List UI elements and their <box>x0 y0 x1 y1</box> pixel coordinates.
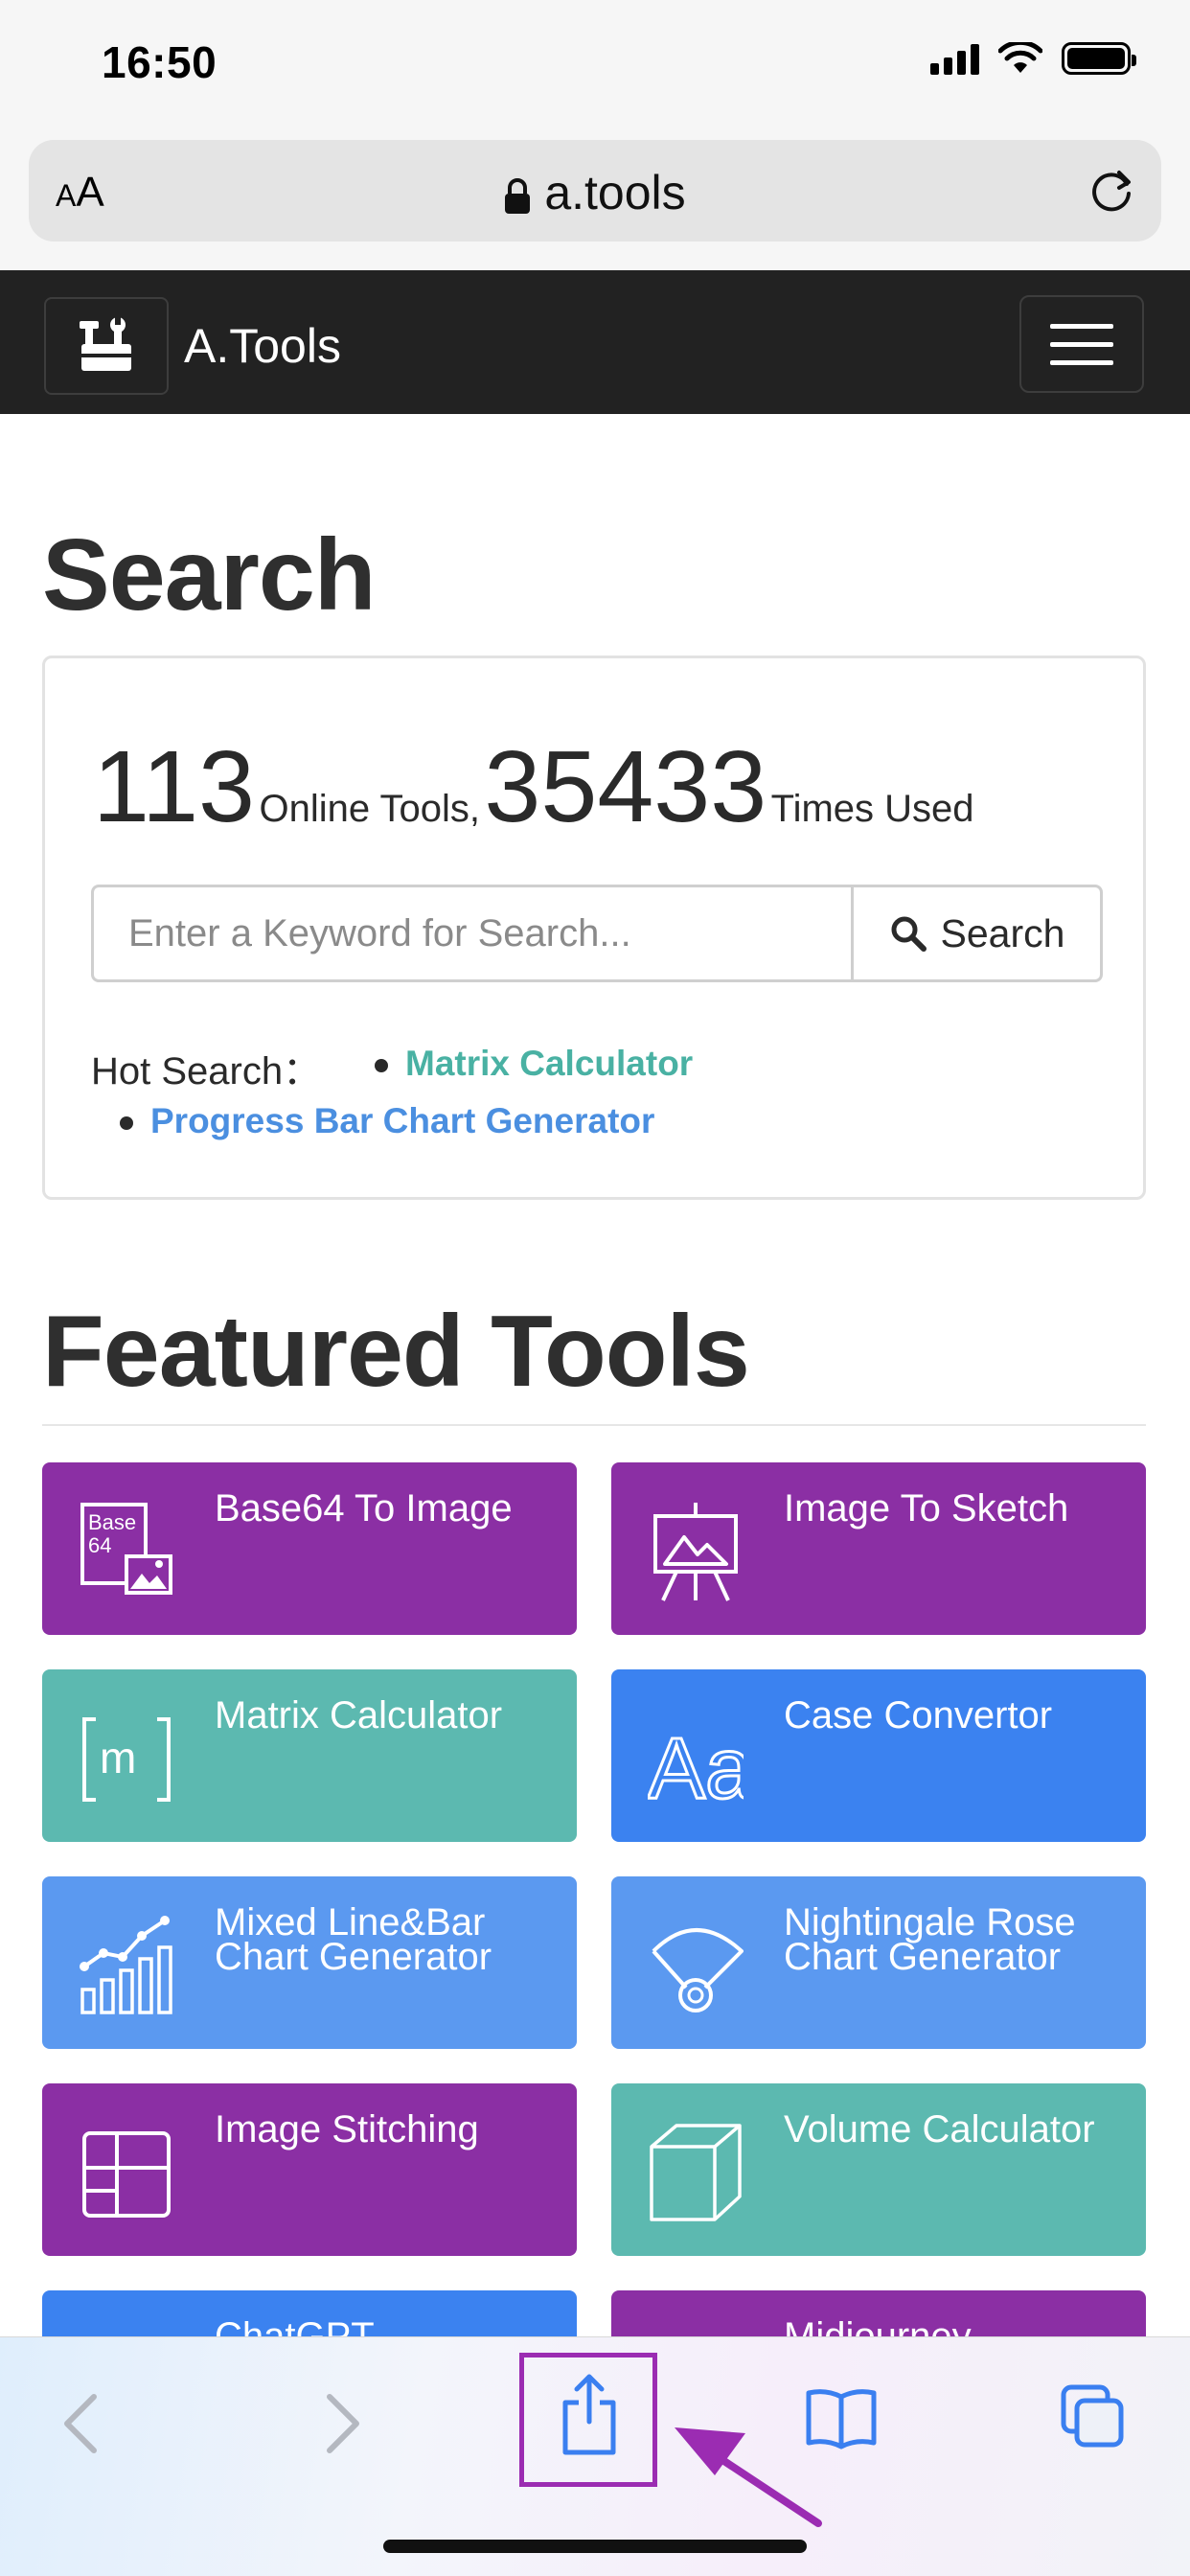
tool-tile-volume-calculator[interactable]: Volume Calculator <box>611 2083 1146 2256</box>
reload-icon[interactable] <box>1085 163 1138 217</box>
tool-tile-label: Volume Calculator <box>784 2108 1095 2150</box>
tool-tile-label: Image Stitching <box>215 2108 479 2150</box>
tool-tile-base64-to-image[interactable]: Base 64 Base64 To Image <box>42 1462 577 1635</box>
hot-search-link[interactable]: Progress Bar Chart Generator <box>120 1101 654 1141</box>
hot-search-link[interactable]: Matrix Calculator <box>375 1044 693 1084</box>
tools-label: Online Tools, <box>259 788 480 830</box>
tool-tile-label: Matrix Calculator <box>215 1694 503 1736</box>
share-icon[interactable] <box>560 2372 619 2458</box>
menu-hamburger-icon[interactable] <box>1019 295 1144 393</box>
safari-top-area: 16:50 AA a.tools <box>0 0 1190 270</box>
tool-tile-matrix-calculator[interactable]: m Matrix Calculator <box>42 1669 577 1842</box>
search-button-label: Search <box>940 910 1065 955</box>
svg-text:64: 64 <box>88 1533 111 1557</box>
tool-tile-case-convertor[interactable]: Aa Case Convertor <box>611 1669 1146 1842</box>
uses-label: Times Used <box>770 788 974 830</box>
search-row: Search <box>91 885 1103 982</box>
tool-tile-label: Case Convertor <box>784 1694 1053 1736</box>
status-icons <box>930 42 1136 75</box>
tool-tile-label: Nightingale Rose Chart Generator <box>784 1901 1076 1978</box>
featured-heading: Featured Tools <box>42 1295 750 1408</box>
search-card: 113 Online Tools, 35433 Times Used Searc… <box>42 656 1146 1200</box>
cellular-signal-icon <box>930 42 979 75</box>
bullet-icon <box>375 1059 388 1073</box>
search-heading: Search <box>42 518 377 632</box>
tool-tile-image-to-sketch[interactable]: Image To Sketch <box>611 1462 1146 1635</box>
rose-chart-icon <box>652 1928 744 2012</box>
lock-icon <box>505 177 531 214</box>
annotation-arrow-icon <box>675 2427 822 2527</box>
usage-stats: 113 Online Tools, 35433 Times Used <box>93 729 974 845</box>
svg-text:m: m <box>100 1733 136 1782</box>
status-time: 16:50 <box>102 37 217 87</box>
base64-image-icon: Base 64 <box>80 1503 172 1595</box>
easel-icon <box>653 1503 738 1601</box>
matrix-icon: m <box>82 1717 171 1802</box>
tool-tile-label: Mixed Line&Bar Chart Generator <box>215 1901 492 1978</box>
tools-count: 113 <box>93 730 255 843</box>
url-text: a.tools <box>544 166 686 219</box>
line-bar-chart-icon <box>80 1916 172 2014</box>
battery-icon <box>1062 42 1136 75</box>
tool-tile-mixed-line-bar[interactable]: Mixed Line&Bar Chart Generator <box>42 1876 577 2049</box>
magnifier-icon <box>891 916 927 952</box>
forward-arrow-icon[interactable] <box>320 2393 364 2454</box>
tool-tile-label: Base64 To Image <box>215 1487 513 1530</box>
search-input[interactable] <box>94 887 851 979</box>
site-navbar: A.Tools <box>0 270 1190 414</box>
hot-search-label: Hot Search： <box>91 1050 322 1092</box>
cube-icon <box>650 2124 742 2221</box>
url-display[interactable]: a.tools <box>29 165 1161 220</box>
tool-tile-label: Image To Sketch <box>784 1487 1069 1530</box>
toolbox-logo-icon[interactable] <box>44 297 169 395</box>
case-aa-icon: Aa <box>648 1720 744 1812</box>
search-button[interactable]: Search <box>851 887 1100 979</box>
divider <box>42 1424 1146 1426</box>
home-indicator <box>383 2540 807 2553</box>
wifi-icon <box>998 42 1042 73</box>
tool-tile-nightingale-rose[interactable]: Nightingale Rose Chart Generator <box>611 1876 1146 2049</box>
tabs-icon[interactable] <box>1060 2383 1127 2450</box>
grid-stitch-icon <box>82 2131 171 2218</box>
svg-text:Aa: Aa <box>648 1721 744 1811</box>
brand-name[interactable]: A.Tools <box>184 318 341 374</box>
uses-count: 35433 <box>484 730 767 843</box>
address-bar[interactable]: AA a.tools <box>29 140 1161 242</box>
bullet-icon <box>120 1116 133 1131</box>
tool-tile-image-stitching[interactable]: Image Stitching <box>42 2083 577 2256</box>
back-arrow-icon[interactable] <box>59 2393 103 2454</box>
svg-text:Base: Base <box>88 1510 136 1534</box>
